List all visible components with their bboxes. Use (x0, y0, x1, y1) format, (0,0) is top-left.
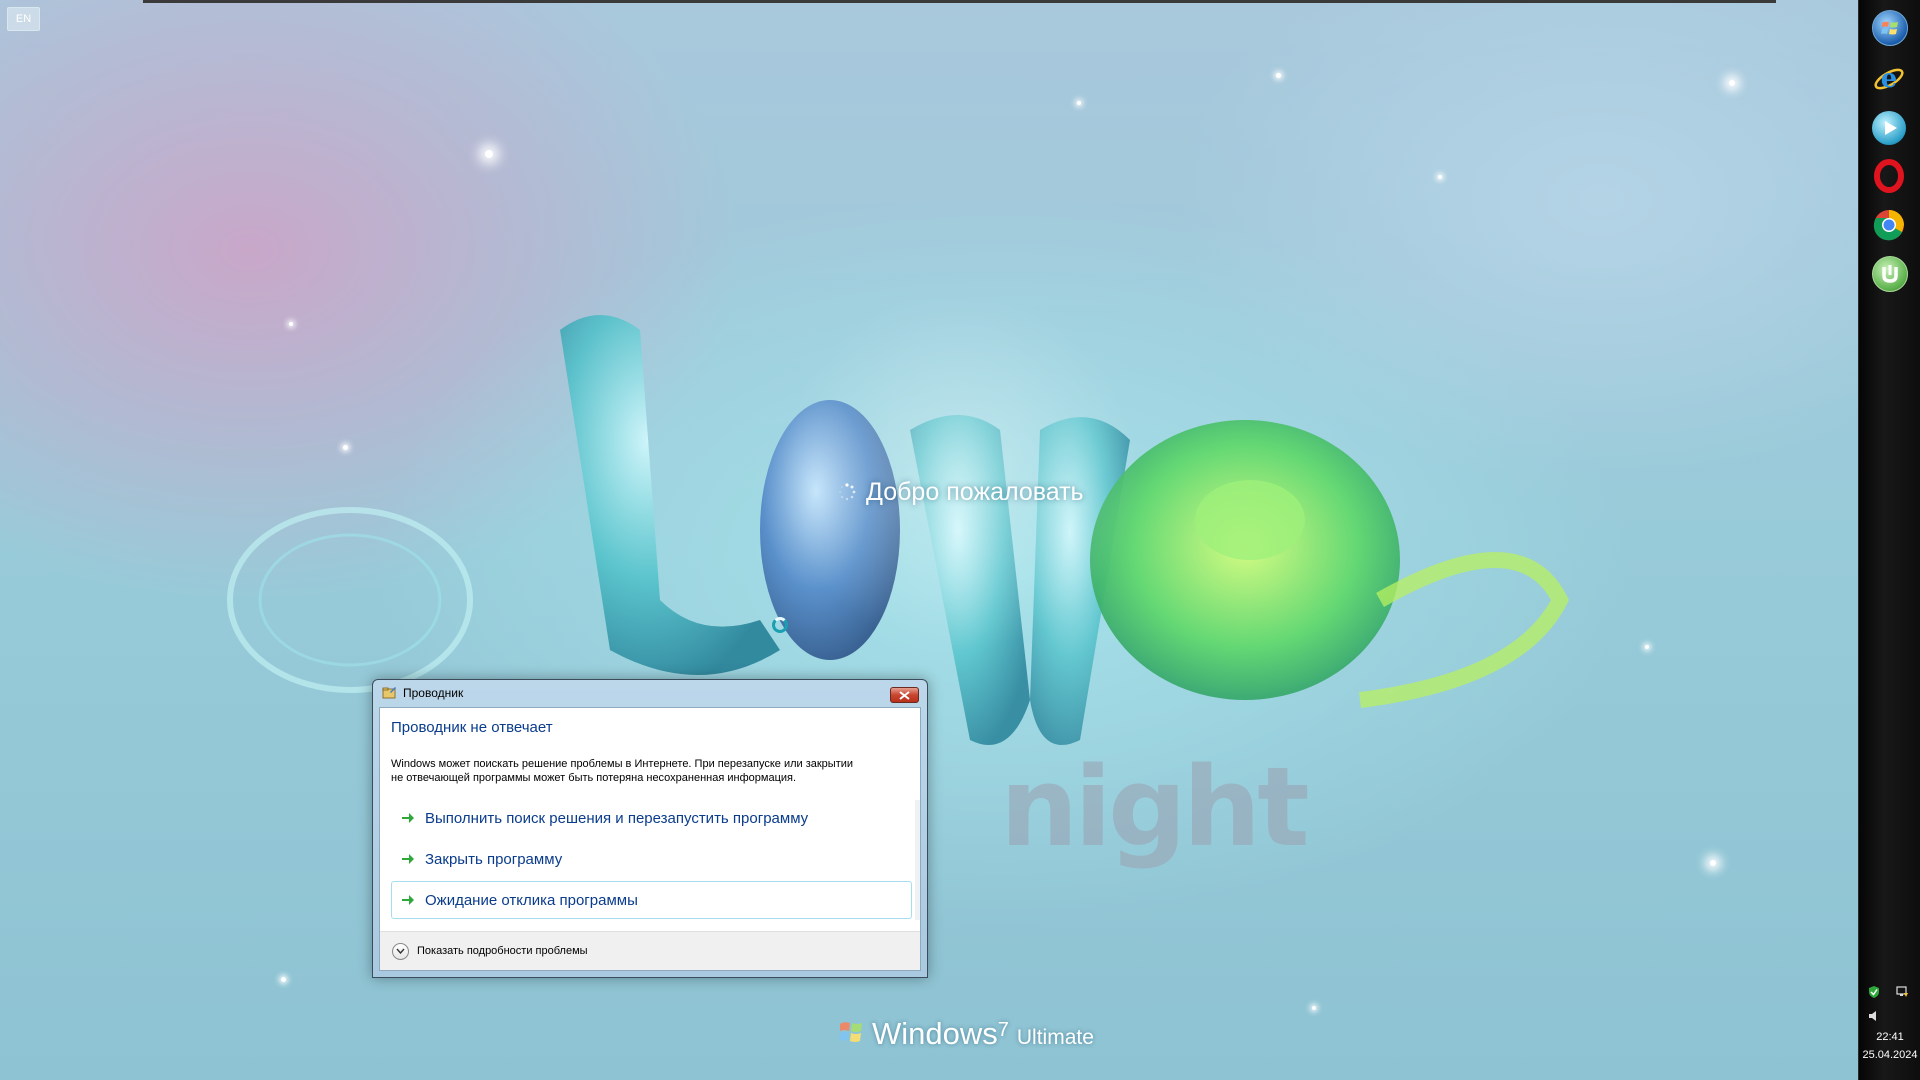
loading-spinner-icon (839, 483, 856, 501)
dialog-scrollbar[interactable] (915, 800, 920, 920)
main-instruction: Проводник не отвечает (391, 719, 553, 736)
dialog-title: Проводник (403, 686, 464, 700)
command-label: Выполнить поиск решения и перезапустить … (425, 809, 809, 827)
language-indicator[interactable]: EN (7, 7, 40, 31)
taskbar: e 22:41 25.04.2024 (1858, 0, 1920, 1080)
brand-edition: Ultimate (1016, 1026, 1094, 1049)
start-orb-icon[interactable] (1872, 10, 1908, 46)
windows-branding: Windows 7 Ultimate (838, 1016, 1094, 1052)
not-responding-dialog: Проводник Проводник не отвечает Windows … (372, 679, 928, 978)
chrome-icon[interactable] (1872, 208, 1906, 242)
internet-explorer-icon[interactable]: e (1872, 62, 1906, 96)
welcome-message: Добро пожаловать (838, 476, 1084, 508)
green-arrow-icon (402, 854, 414, 864)
windows-flag-icon (839, 1022, 862, 1042)
media-player-icon[interactable] (1872, 111, 1906, 145)
wallpaper-art: night (227, 290, 1569, 871)
system-tray (1859, 985, 1920, 1025)
command-label: Закрыть программу (425, 850, 563, 868)
clock-date[interactable]: 25.04.2024 (1859, 1049, 1920, 1061)
busy-cursor-icon (772, 617, 788, 633)
command-search-restart[interactable]: Выполнить поиск решения и перезапустить … (391, 799, 912, 837)
explorer-app-icon (382, 687, 396, 699)
dialog-description: Windows может поискать решение проблемы … (391, 757, 901, 785)
security-shield-icon[interactable] (1867, 985, 1881, 999)
green-arrow-icon (402, 895, 414, 905)
top-window-edge (143, 0, 1776, 3)
command-close-program[interactable]: Закрыть программу (391, 840, 912, 878)
svg-text:e: e (1881, 64, 1898, 94)
close-icon (899, 690, 910, 700)
description-line-1: Windows может поискать решение проблемы … (391, 758, 854, 770)
dialog-footer: Показать подробности проблемы (380, 931, 920, 970)
description-line-2: не отвечающей программы может быть потер… (391, 772, 797, 784)
brand-version: 7 (997, 1019, 1009, 1041)
desktop-wallpaper: night (0, 0, 1858, 1080)
welcome-text: Добро пожаловать (866, 477, 1084, 506)
expand-details-button[interactable] (392, 942, 409, 960)
network-icon[interactable] (1895, 985, 1909, 999)
chevron-down-icon (396, 948, 405, 954)
dialog-content: Проводник не отвечает Windows может поис… (379, 707, 921, 971)
close-button[interactable] (890, 687, 919, 703)
svg-text:night: night (1000, 743, 1308, 871)
show-details-label[interactable]: Показать подробности проблемы (417, 945, 588, 957)
utorrent-icon[interactable] (1872, 256, 1908, 292)
dialog-title-bar[interactable]: Проводник (373, 680, 927, 706)
command-wait-response[interactable]: Ожидание отклика программы (391, 881, 912, 919)
brand-product: Windows (872, 1016, 998, 1051)
volume-icon[interactable] (1867, 1009, 1881, 1023)
command-label: Ожидание отклика программы (425, 891, 638, 909)
green-arrow-icon (402, 813, 414, 823)
opera-icon[interactable] (1872, 159, 1906, 193)
clock-time[interactable]: 22:41 (1859, 1031, 1920, 1043)
